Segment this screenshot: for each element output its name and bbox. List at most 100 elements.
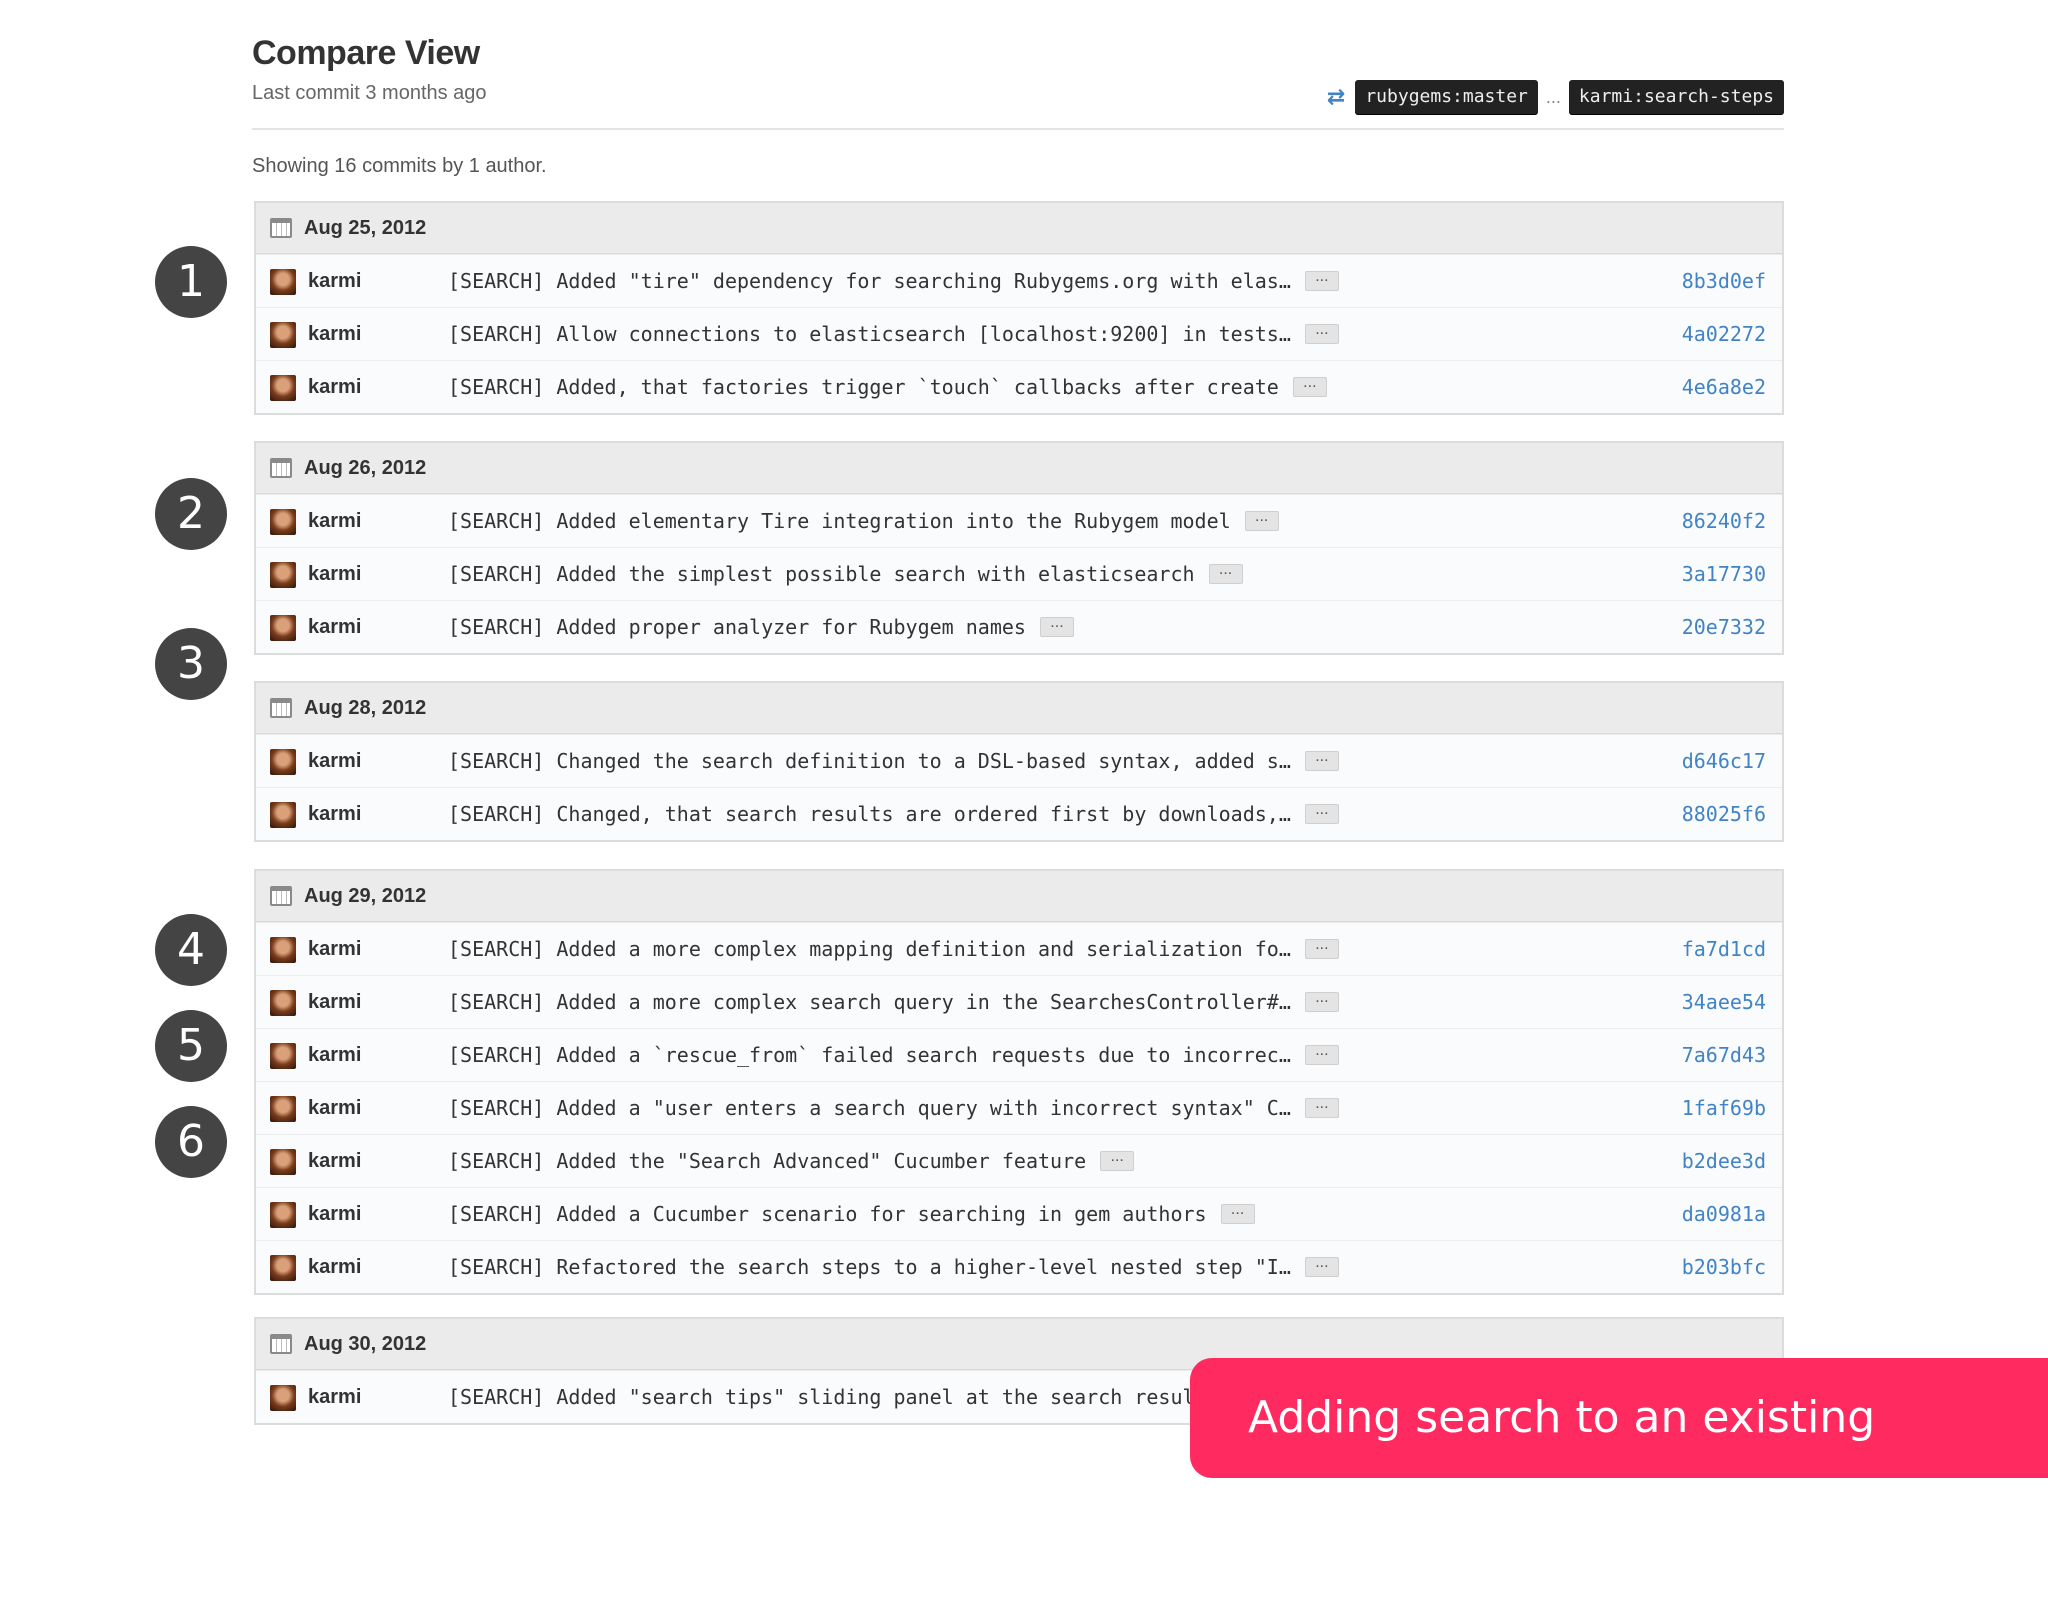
commit-sha-link[interactable]: fa7d1cd: [1682, 937, 1766, 961]
avatar[interactable]: [270, 375, 296, 401]
expand-message-button[interactable]: ...: [1304, 990, 1339, 1012]
expand-message-button[interactable]: ...: [1304, 1043, 1339, 1065]
commit-sha-link[interactable]: 88025f6: [1682, 802, 1766, 826]
author-link[interactable]: karmi: [308, 376, 361, 399]
author-link[interactable]: karmi: [308, 1097, 361, 1120]
expand-message-button[interactable]: ...: [1100, 1149, 1135, 1171]
avatar[interactable]: [270, 562, 296, 588]
commit-sha-link[interactable]: 86240f2: [1682, 509, 1766, 533]
avatar[interactable]: [270, 615, 296, 641]
commit-row: karmi [SEARCH] Added a more complex mapp…: [256, 922, 1782, 975]
commit-sha-link[interactable]: b2dee3d: [1682, 1149, 1766, 1173]
expand-message-button[interactable]: ...: [1292, 375, 1327, 397]
commit-sha-link[interactable]: b203bfc: [1682, 1255, 1766, 1279]
author-link[interactable]: karmi: [308, 938, 361, 961]
commit-sha-link[interactable]: 20e7332: [1682, 615, 1766, 639]
head-ref-button[interactable]: karmi:search-steps: [1568, 80, 1784, 114]
group-header: Aug 28, 2012: [256, 683, 1782, 734]
commit-message[interactable]: [SEARCH] Changed, that search results ar…: [448, 802, 1291, 826]
page-title: Compare View: [252, 34, 480, 72]
commit-sha-link[interactable]: 8b3d0ef: [1682, 269, 1766, 293]
author-link[interactable]: karmi: [308, 750, 361, 773]
commit-sha-link[interactable]: da0981a: [1682, 1202, 1766, 1226]
author-link[interactable]: karmi: [308, 1150, 361, 1173]
avatar[interactable]: [270, 1255, 296, 1281]
commit-message[interactable]: [SEARCH] Refactored the search steps to …: [448, 1255, 1291, 1279]
expand-message-button[interactable]: ...: [1208, 562, 1243, 584]
expand-message-button[interactable]: ...: [1304, 749, 1339, 771]
branch-refs: ⇄ rubygems:master ... karmi:search-steps: [1327, 78, 1784, 116]
author-link[interactable]: karmi: [308, 270, 361, 293]
author-link[interactable]: karmi: [308, 510, 361, 533]
commit-message[interactable]: [SEARCH] Added proper analyzer for Rubyg…: [448, 615, 1026, 639]
avatar[interactable]: [270, 1043, 296, 1069]
commit-message[interactable]: [SEARCH] Added a "user enters a search q…: [448, 1096, 1291, 1120]
avatar[interactable]: [270, 1202, 296, 1228]
commit-message[interactable]: [SEARCH] Added the simplest possible sea…: [448, 562, 1195, 586]
avatar[interactable]: [270, 990, 296, 1016]
commit-row: karmi [SEARCH] Added the "Search Advance…: [256, 1134, 1782, 1187]
avatar[interactable]: [270, 1096, 296, 1122]
commit-message[interactable]: [SEARCH] Added a `rescue_from` failed se…: [448, 1043, 1291, 1067]
commit-message[interactable]: [SEARCH] Added the "Search Advanced" Cuc…: [448, 1149, 1086, 1173]
commit-message[interactable]: [SEARCH] Added, that factories trigger `…: [448, 375, 1279, 399]
author-link[interactable]: karmi: [308, 1386, 361, 1409]
commit-row: karmi [SEARCH] Added a `rescue_from` fai…: [256, 1028, 1782, 1081]
commit-sha-link[interactable]: 4e6a8e2: [1682, 375, 1766, 399]
commit-message[interactable]: [SEARCH] Added a more complex mapping de…: [448, 937, 1291, 961]
avatar[interactable]: [270, 1385, 296, 1411]
commit-sha-link[interactable]: 7a67d43: [1682, 1043, 1766, 1067]
commit-row: karmi [SEARCH] Added a more complex sear…: [256, 975, 1782, 1028]
author-link[interactable]: karmi: [308, 1203, 361, 1226]
group-date: Aug 28, 2012: [304, 696, 427, 719]
group-header: Aug 29, 2012: [256, 871, 1782, 922]
expand-message-button[interactable]: ...: [1039, 615, 1074, 637]
commit-message[interactable]: [SEARCH] Changed the search definition t…: [448, 749, 1291, 773]
commit-message[interactable]: [SEARCH] Added a more complex search que…: [448, 990, 1291, 1014]
author-link[interactable]: karmi: [308, 563, 361, 586]
commit-message[interactable]: [SEARCH] Added "search tips" sliding pan…: [448, 1385, 1195, 1409]
author-link[interactable]: karmi: [308, 1256, 361, 1279]
author-link[interactable]: karmi: [308, 803, 361, 826]
compare-header: Compare View Last commit 3 months ago ⇄ …: [252, 34, 1784, 130]
swap-icon[interactable]: ⇄: [1327, 84, 1345, 110]
commit-sha-link[interactable]: 34aee54: [1682, 990, 1766, 1014]
commit-sha-link[interactable]: 4a02272: [1682, 322, 1766, 346]
commit-message[interactable]: [SEARCH] Added elementary Tire integrati…: [448, 509, 1231, 533]
author-link[interactable]: karmi: [308, 323, 361, 346]
avatar[interactable]: [270, 322, 296, 348]
commit-group: Aug 29, 2012 karmi [SEARCH] Added a more…: [254, 869, 1784, 1295]
commit-message[interactable]: [SEARCH] Added "tire" dependency for sea…: [448, 269, 1291, 293]
base-ref-button[interactable]: rubygems:master: [1355, 80, 1538, 114]
commit-row: karmi [SEARCH] Allow connections to elas…: [256, 307, 1782, 360]
avatar[interactable]: [270, 269, 296, 295]
group-date: Aug 25, 2012: [304, 216, 427, 239]
expand-message-button[interactable]: ...: [1244, 509, 1279, 531]
avatar[interactable]: [270, 802, 296, 828]
expand-message-button[interactable]: ...: [1304, 802, 1339, 824]
commit-sha-link[interactable]: d646c17: [1682, 749, 1766, 773]
avatar[interactable]: [270, 937, 296, 963]
calendar-icon: [270, 218, 292, 238]
commit-row: karmi [SEARCH] Changed the search defini…: [256, 734, 1782, 787]
author-link[interactable]: karmi: [308, 1044, 361, 1067]
expand-message-button[interactable]: ...: [1304, 269, 1339, 291]
commit-row: karmi [SEARCH] Added a Cucumber scenario…: [256, 1187, 1782, 1240]
expand-message-button[interactable]: ...: [1304, 1096, 1339, 1118]
calendar-icon: [270, 1334, 292, 1354]
avatar[interactable]: [270, 1149, 296, 1175]
commit-row: karmi [SEARCH] Added proper analyzer for…: [256, 600, 1782, 653]
avatar[interactable]: [270, 509, 296, 535]
author-link[interactable]: karmi: [308, 616, 361, 639]
expand-message-button[interactable]: ...: [1220, 1202, 1255, 1224]
author-link[interactable]: karmi: [308, 991, 361, 1014]
commit-message[interactable]: [SEARCH] Allow connections to elasticsea…: [448, 322, 1291, 346]
commit-message[interactable]: [SEARCH] Added a Cucumber scenario for s…: [448, 1202, 1207, 1226]
step-badge-1: 1: [155, 246, 227, 318]
expand-message-button[interactable]: ...: [1304, 1255, 1339, 1277]
avatar[interactable]: [270, 749, 296, 775]
expand-message-button[interactable]: ...: [1304, 937, 1339, 959]
commit-sha-link[interactable]: 3a17730: [1682, 562, 1766, 586]
commit-sha-link[interactable]: 1faf69b: [1682, 1096, 1766, 1120]
expand-message-button[interactable]: ...: [1304, 322, 1339, 344]
